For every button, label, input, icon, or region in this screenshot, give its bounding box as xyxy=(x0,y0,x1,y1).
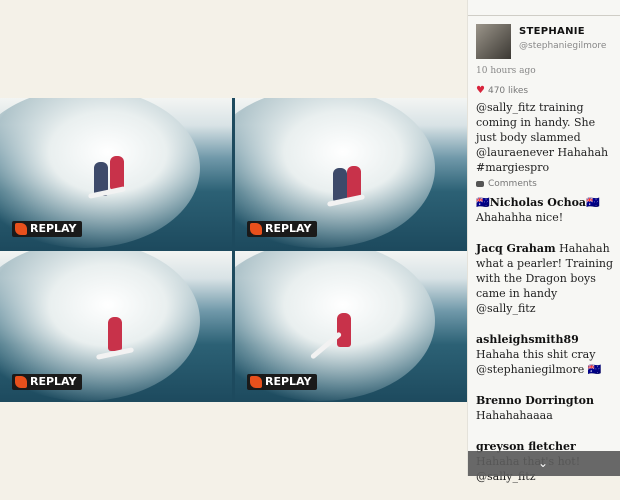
replay-badge: REPLAY xyxy=(12,374,83,390)
comment-item: Jacq Graham Hahahah what a pearler! Trai… xyxy=(476,241,616,316)
replay-badge: REPLAY xyxy=(12,221,83,237)
post-photo[interactable]: REPLAY REPLAY REPLAY REPLAY xyxy=(0,98,467,402)
comment-author[interactable]: ashleighsmith89 xyxy=(476,333,579,346)
chevron-down-icon[interactable]: ⌄ xyxy=(538,456,548,470)
comment-item: 🇦🇺Nicholas Ochoa🇦🇺 Ahahahha nice! xyxy=(476,195,616,225)
comment-text: Hahahahaaaa xyxy=(476,409,553,422)
comment-author[interactable]: Brenno Dorrington xyxy=(476,394,594,407)
photo-panel-2: REPLAY xyxy=(235,98,467,249)
user-handle[interactable]: @stephaniegilmore xyxy=(519,41,606,51)
comment-text: Hahaha this shit cray @stephaniegilmore … xyxy=(476,348,602,376)
post-caption: @sally_fitz training coming in handy. Sh… xyxy=(476,101,609,174)
username[interactable]: STEPHANIE xyxy=(519,26,585,37)
comments-header: Comments xyxy=(476,179,537,189)
photo-panel-3: REPLAY xyxy=(0,251,232,402)
comments-header-label: Comments xyxy=(488,179,537,189)
replay-badge: REPLAY xyxy=(247,374,318,390)
avatar[interactable] xyxy=(476,24,511,59)
post-sidebar: STEPHANIE @stephaniegilmore 10 hours ago… xyxy=(467,0,620,483)
sidebar-top-bar xyxy=(468,0,620,16)
replay-badge: REPLAY xyxy=(247,221,318,237)
comment-author[interactable]: Jacq Graham xyxy=(476,242,556,255)
main-content: REPLAY REPLAY REPLAY REPLAY xyxy=(0,0,467,476)
post-timestamp: 10 hours ago xyxy=(476,66,536,76)
comment-bubble-icon xyxy=(476,180,484,187)
comment-item: Brenno Dorrington Hahahahaaaa xyxy=(476,393,616,423)
comment-author[interactable]: 🇦🇺Nicholas Ochoa🇦🇺 xyxy=(476,196,600,209)
photo-panel-4: REPLAY xyxy=(235,251,467,402)
likes-count[interactable]: ♥ 470 likes xyxy=(476,85,528,96)
photo-panel-1: REPLAY xyxy=(0,98,232,249)
heart-icon: ♥ xyxy=(476,85,485,96)
likes-label: 470 likes xyxy=(487,86,529,96)
comment-item: ashleighsmith89 Hahaha this shit cray @s… xyxy=(476,332,616,377)
comment-text: Ahahahha nice! xyxy=(476,211,564,224)
